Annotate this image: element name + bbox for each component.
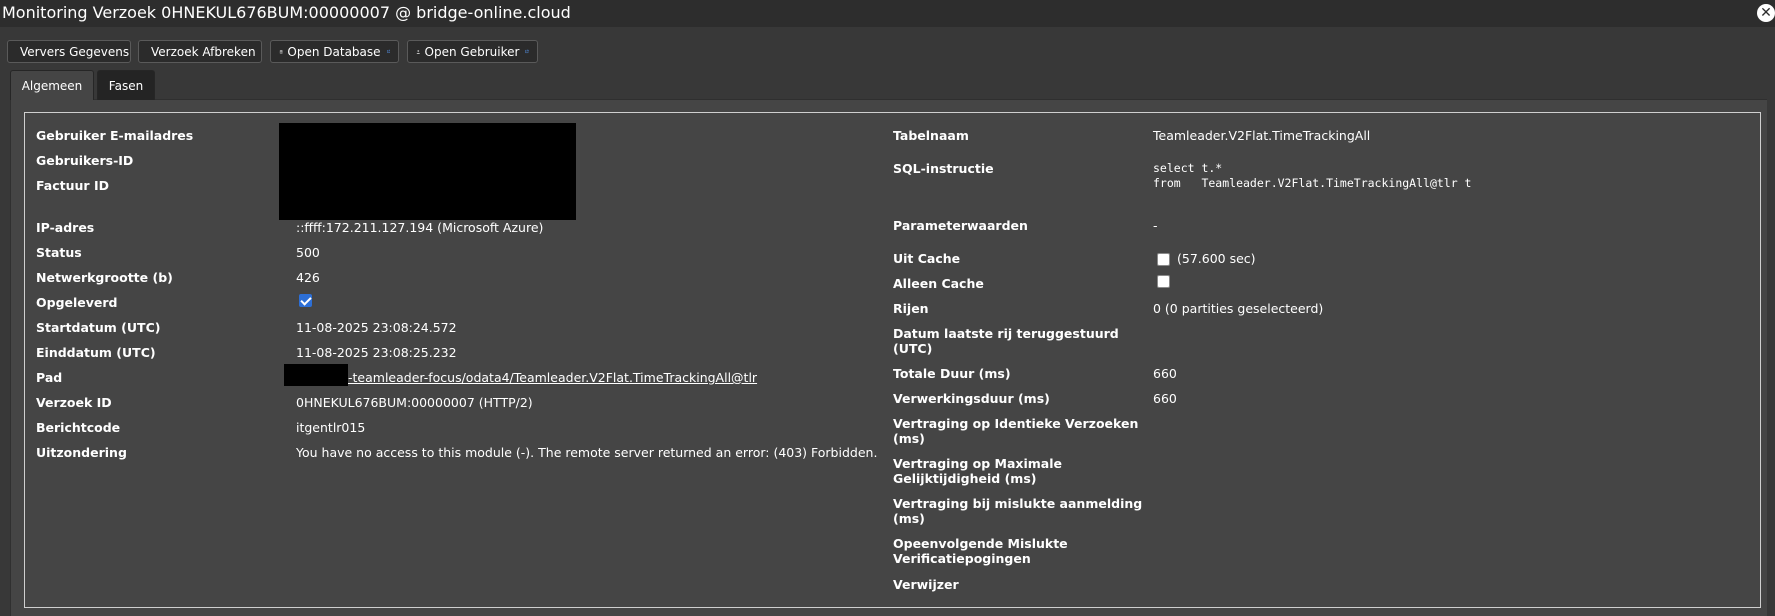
request-id-label: Verzoek ID <box>36 395 112 410</box>
rows-label: Rijen <box>893 301 929 316</box>
abort-request-button[interactable]: Verzoek Afbreken <box>138 40 262 63</box>
sql-line-2: from Teamleader.V2Flat.TimeTrackingAll@t… <box>1153 176 1472 190</box>
last-row-date-label: Datum laatste rij teruggestuurd (UTC) <box>893 326 1119 356</box>
start-date-value: 11-08-2025 23:08:24.572 <box>296 320 457 335</box>
referrer-label: Verwijzer <box>893 577 959 592</box>
user-icon <box>416 49 420 54</box>
end-date-value: 11-08-2025 23:08:25.232 <box>296 345 457 360</box>
redacted-block <box>279 123 576 220</box>
tab-fasen[interactable]: Fasen <box>97 70 155 100</box>
only-cache-checkbox <box>1157 275 1170 288</box>
delivered-label: Opgeleverd <box>36 295 118 310</box>
delay-failed-login-label: Vertraging bij mislukte aanmelding (ms) <box>893 496 1143 526</box>
refresh-button[interactable]: Ververs Gegevens <box>7 40 131 63</box>
netsize-value: 426 <box>296 270 320 285</box>
message-code-label: Berichtcode <box>36 420 121 435</box>
netsize-label: Netwerkgrootte (b) <box>36 270 173 285</box>
userid-label: Gebruikers-ID <box>36 153 134 168</box>
request-id-value: 0HNEKUL676BUM:00000007 (HTTP/2) <box>296 395 533 410</box>
message-code-value: itgentlr015 <box>296 420 366 435</box>
open-user-button[interactable]: Open Gebruiker <box>407 40 538 63</box>
exception-label: Uitzondering <box>36 445 127 460</box>
tab-algemeen[interactable]: Algemeen <box>10 70 94 100</box>
processing-duration-label: Verwerkingsduur (ms) <box>893 391 1050 406</box>
status-value: 500 <box>296 245 320 260</box>
status-label: Status <box>36 245 82 260</box>
from-cache-label: Uit Cache <box>893 251 961 266</box>
panel-edge <box>10 99 11 616</box>
table-name-value: Teamleader.V2Flat.TimeTrackingAll <box>1153 128 1371 143</box>
from-cache-checkbox <box>1157 253 1170 266</box>
sql-line-1: select t.* <box>1153 161 1223 175</box>
external-link-icon <box>525 49 529 53</box>
processing-duration-value: 660 <box>1153 391 1177 406</box>
window-titlebar: Monitoring Verzoek 0HNEKUL676BUM:0000000… <box>0 0 1775 27</box>
ip-label: IP-adres <box>36 220 95 235</box>
open-user-button-label: Open Gebruiker <box>424 44 520 59</box>
open-database-button[interactable]: Open Database <box>270 40 399 63</box>
params-label: Parameterwaarden <box>893 218 1028 233</box>
email-label: Gebruiker E-mailadres <box>36 128 194 143</box>
ip-value: ::ffff:172.211.127.194 (Microsoft Azure) <box>296 220 544 235</box>
external-link-icon <box>386 49 390 53</box>
params-value: - <box>1153 218 1158 233</box>
from-cache-value: (57.600 sec) <box>1177 251 1256 266</box>
redacted-block <box>284 364 348 386</box>
invoice-label: Factuur ID <box>36 178 109 193</box>
delivered-checkbox <box>299 294 312 307</box>
delay-identical-label: Vertraging op Identieke Verzoeken (ms) <box>893 416 1139 446</box>
end-date-label: Einddatum (UTC) <box>36 345 156 360</box>
failed-attempts-label: Opeenvolgende Mislukte Verificatiepoging… <box>893 536 1068 566</box>
table-name-label: Tabelnaam <box>893 128 969 143</box>
total-duration-value: 660 <box>1153 366 1177 381</box>
sql-label: SQL-instructie <box>893 161 994 176</box>
total-duration-label: Totale Duur (ms) <box>893 366 1011 381</box>
delay-max-concurrency-label: Vertraging op Maximale Gelijktijdigheid … <box>893 456 1062 486</box>
open-database-button-label: Open Database <box>287 44 381 59</box>
path-label: Pad <box>36 370 63 385</box>
rows-value: 0 (0 partities geselecteerd) <box>1153 301 1324 316</box>
database-icon <box>279 49 283 54</box>
close-icon[interactable]: ✕ <box>1757 4 1775 22</box>
only-cache-label: Alleen Cache <box>893 276 984 291</box>
exception-value: You have no access to this module (-). T… <box>296 445 878 460</box>
window-title: Monitoring Verzoek 0HNEKUL676BUM:0000000… <box>2 3 571 22</box>
abort-request-button-label: Verzoek Afbreken <box>151 44 256 59</box>
refresh-button-label: Ververs Gegevens <box>20 44 130 59</box>
path-link[interactable]: -teamleader-focus/odata4/Teamleader.V2Fl… <box>348 370 757 385</box>
start-date-label: Startdatum (UTC) <box>36 320 161 335</box>
